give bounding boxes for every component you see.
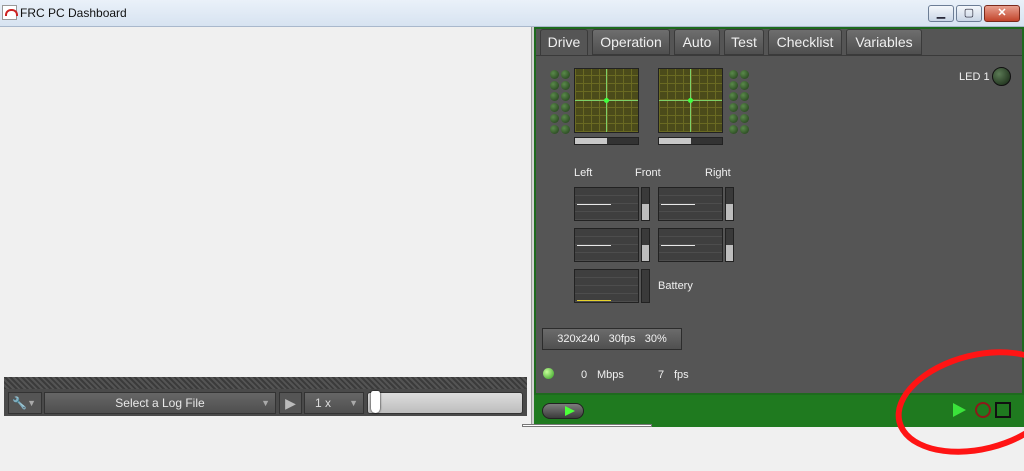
button-led [740, 114, 749, 123]
tab-operation[interactable]: Operation [592, 29, 670, 55]
button-led [561, 125, 570, 134]
dashboard-panel: Drive Operation Auto Test Checklist Vari… [534, 27, 1024, 395]
playback-speed-select[interactable]: 1 x ▼ [304, 392, 364, 414]
chevron-down-icon: ▼ [27, 398, 36, 408]
motor-output-bar [641, 228, 650, 262]
graph-trace [577, 245, 611, 246]
title-bar: FRC PC Dashboard ▁ ▢ ✕ [0, 0, 1024, 27]
graph-trace [577, 204, 611, 205]
motor-graph-front-right [658, 187, 723, 221]
maximize-button[interactable]: ▢ [956, 5, 982, 22]
button-led [550, 81, 559, 90]
button-led [550, 114, 559, 123]
button-led [729, 70, 738, 79]
button-led [550, 125, 559, 134]
led1-indicator [992, 67, 1011, 86]
button-led [561, 81, 570, 90]
camera-compression: 30% [644, 333, 667, 345]
play-icon [565, 406, 575, 416]
motor-label-front: Front [635, 167, 661, 179]
wrench-icon[interactable]: 🔧 ▼ [8, 392, 42, 414]
joystick-position-dot [604, 98, 609, 103]
button-led [550, 70, 559, 79]
window-title: FRC PC Dashboard [20, 6, 127, 20]
camera-settings-button[interactable]: 320x240 30fps 30% [542, 328, 682, 350]
connection-status-led [543, 368, 554, 379]
left-joystick-display [574, 68, 639, 133]
motor-output-bar [641, 187, 650, 221]
button-led [740, 81, 749, 90]
log-position-slider[interactable] [367, 391, 523, 414]
button-led [729, 81, 738, 90]
button-led [740, 70, 749, 79]
output-fill [726, 245, 733, 261]
left-content-area [0, 27, 531, 427]
button-led [729, 125, 738, 134]
battery-trace [577, 300, 611, 301]
right-joystick-display [658, 68, 723, 133]
play-icon: ▶ [285, 395, 296, 411]
log-player-grip [4, 377, 527, 389]
chevron-down-icon: ▼ [261, 398, 270, 408]
log-file-select[interactable]: Select a Log File ▼ [44, 392, 276, 414]
camera-resolution: 320x240 [557, 333, 600, 345]
button-led [550, 92, 559, 101]
left-joystick-buttons [550, 70, 570, 134]
joystick-position-dot [688, 98, 693, 103]
camera-fps-unit: fps [674, 369, 689, 381]
close-button[interactable]: ✕ [984, 5, 1020, 22]
tab-checklist[interactable]: Checklist [768, 29, 842, 55]
button-led [740, 125, 749, 134]
led1-label: LED 1 [959, 71, 990, 83]
battery-level-bar [641, 269, 650, 303]
button-led [561, 114, 570, 123]
button-led [729, 92, 738, 101]
minimize-button[interactable]: ▁ [928, 5, 954, 22]
output-fill [642, 204, 649, 220]
output-fill [642, 245, 649, 261]
slider-thumb[interactable] [371, 391, 380, 413]
button-led [729, 114, 738, 123]
motor-output-bar [725, 187, 734, 221]
tab-drive[interactable]: Drive [540, 29, 588, 56]
button-led [561, 70, 570, 79]
graph-trace [661, 204, 695, 205]
camera-fps: 30fps [608, 333, 636, 345]
bandwidth-unit: Mbps [597, 369, 624, 381]
button-led [561, 92, 570, 101]
camera-fps-value: 7 [658, 369, 665, 381]
log-play-button[interactable]: ▶ [279, 392, 302, 414]
button-led [740, 103, 749, 112]
right-joystick-buttons [729, 70, 749, 134]
chevron-down-icon: ▼ [349, 398, 358, 408]
log-player-bar: 🔧 ▼ Select a Log File ▼ ▶ 1 x ▼ [4, 377, 527, 416]
output-fill [726, 204, 733, 220]
run-toggle-button[interactable] [542, 403, 584, 419]
right-throttle-bar [658, 137, 723, 145]
throttle-fill [575, 138, 607, 144]
tab-auto[interactable]: Auto [674, 29, 720, 55]
button-led [550, 103, 559, 112]
motor-label-right: Right [705, 167, 731, 179]
app-logo-icon [2, 5, 18, 20]
graph-trace [661, 245, 695, 246]
motor-graph-front-left [574, 187, 639, 221]
tab-variables[interactable]: Variables [846, 29, 922, 55]
battery-graph [574, 269, 639, 303]
tab-test[interactable]: Test [724, 29, 764, 55]
log-file-select-label: Select a Log File [115, 396, 205, 410]
motor-label-left: Left [574, 167, 593, 179]
button-led [740, 92, 749, 101]
button-led [561, 103, 570, 112]
left-throttle-bar [574, 137, 639, 145]
motor-output-bar [725, 228, 734, 262]
tab-underline [536, 55, 1022, 56]
throttle-fill [659, 138, 691, 144]
motor-graph-rear-left [574, 228, 639, 262]
motor-graph-rear-right [658, 228, 723, 262]
playback-speed-value: 1 x [315, 396, 332, 410]
bandwidth-value: 0 [581, 369, 588, 381]
button-led [729, 103, 738, 112]
battery-label: Battery [658, 280, 693, 292]
